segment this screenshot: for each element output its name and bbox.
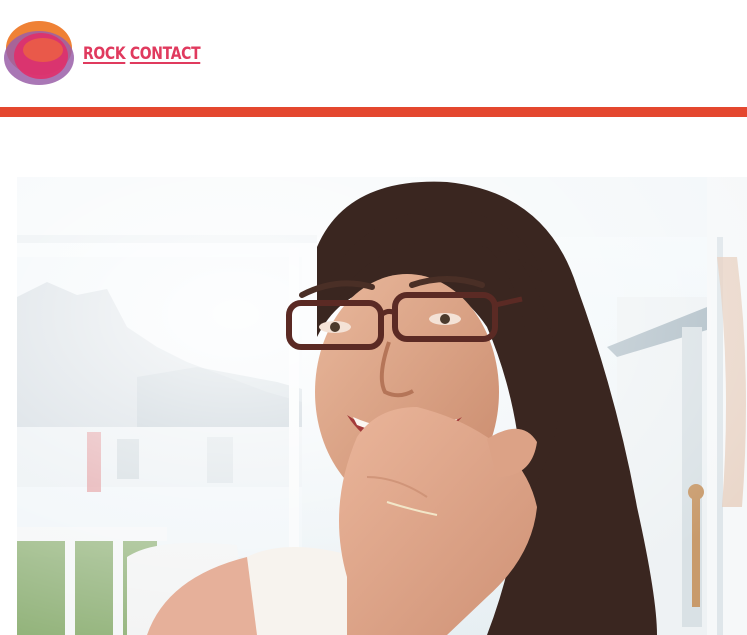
brand-name: ROCK CONTACT	[83, 43, 201, 64]
brand-word-rock: ROCK	[83, 43, 126, 64]
header-accent-bar	[0, 107, 747, 117]
brand-word-contact: CONTACT	[129, 43, 201, 64]
hero-photo-illustration	[17, 177, 747, 635]
site-header: ROCK CONTACT	[0, 0, 747, 108]
hero-image	[17, 177, 747, 635]
home-logo-link[interactable]: ROCK CONTACT	[3, 18, 226, 90]
logo-icon	[4, 21, 74, 85]
page: ROCK CONTACT	[0, 0, 747, 635]
